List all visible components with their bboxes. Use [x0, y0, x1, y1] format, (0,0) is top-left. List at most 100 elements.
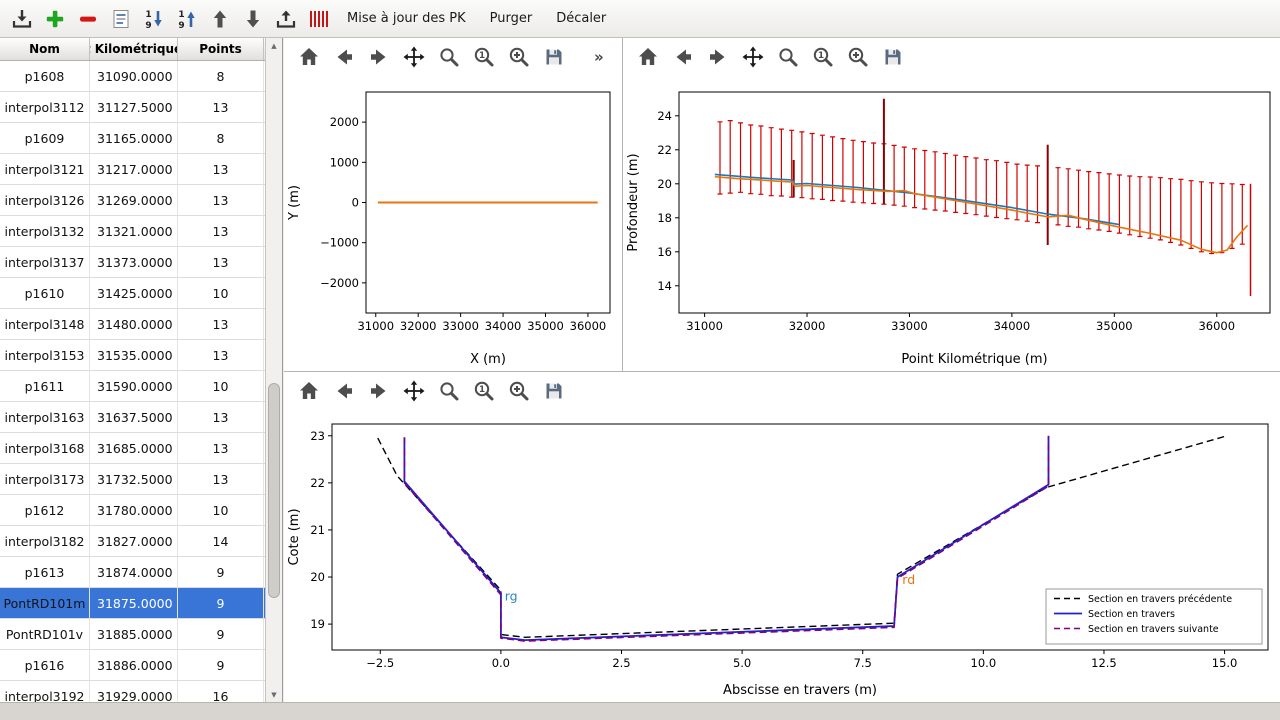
- plot-forward-button[interactable]: [366, 378, 392, 404]
- sort-ascending-button[interactable]: 19: [138, 4, 169, 34]
- plot-home-button[interactable]: [296, 44, 322, 70]
- charts-area: 1 » 310003200033000340003500036000−2000−1…: [284, 38, 1280, 702]
- table-row[interactable]: p161031425.000010: [0, 278, 266, 309]
- export-button[interactable]: [270, 4, 301, 34]
- plan-view-figure[interactable]: 310003200033000340003500036000−2000−1000…: [284, 76, 622, 371]
- table-vertical-scrollbar[interactable]: ▲ ▼: [265, 38, 282, 702]
- remove-button[interactable]: [72, 4, 103, 34]
- plot-back-button[interactable]: [331, 44, 357, 70]
- chart-profil: 3100032000330003400035000360001416182022…: [623, 76, 1280, 371]
- toolbar-overflow-chevron[interactable]: »: [594, 48, 604, 66]
- plot-back-button[interactable]: [670, 44, 696, 70]
- zoom-one-icon: 1: [472, 379, 496, 403]
- svg-text:Y (m): Y (m): [287, 185, 302, 221]
- cell-points: 9: [178, 619, 264, 649]
- table-row[interactable]: interpol318231827.000014: [0, 526, 266, 557]
- pan-icon: [402, 379, 426, 403]
- home-icon: [636, 45, 660, 69]
- cell-nom: interpol3126: [0, 185, 90, 215]
- plot-save-button[interactable]: [541, 44, 567, 70]
- pan-icon: [741, 45, 765, 69]
- column-header-pk[interactable]: t Kilométrique: [90, 38, 178, 60]
- svg-text:1: 1: [818, 51, 824, 61]
- plot-home-button[interactable]: [296, 378, 322, 404]
- table-row[interactable]: p161631886.00009: [0, 650, 266, 681]
- table-row[interactable]: interpol312131217.000013: [0, 154, 266, 185]
- plot-zoom-one-button[interactable]: 1: [810, 44, 836, 70]
- plot-forward-button[interactable]: [705, 44, 731, 70]
- scrollbar-thumb[interactable]: [268, 383, 280, 597]
- plot-forward-button[interactable]: [366, 44, 392, 70]
- table-row[interactable]: interpol314831480.000013: [0, 309, 266, 340]
- import-button[interactable]: [6, 4, 37, 34]
- plot-save-button[interactable]: [541, 378, 567, 404]
- move-down-button[interactable]: [237, 4, 268, 34]
- svg-text:33000: 33000: [891, 319, 928, 333]
- table-row[interactable]: interpol316331637.500013: [0, 402, 266, 433]
- table-row[interactable]: interpol317331732.500013: [0, 464, 266, 495]
- svg-text:1: 1: [479, 385, 485, 395]
- cell-nom: p1608: [0, 61, 90, 91]
- sections-table: Nom t Kilométrique Points p160831090.000…: [0, 38, 266, 702]
- table-row[interactable]: interpol313731373.000013: [0, 247, 266, 278]
- table-row[interactable]: p161331874.00009: [0, 557, 266, 588]
- table-row[interactable]: interpol316831685.000013: [0, 433, 266, 464]
- plot-zoom-plus-button[interactable]: [506, 378, 532, 404]
- plot-back-button[interactable]: [331, 378, 357, 404]
- plot-pan-button[interactable]: [740, 44, 766, 70]
- column-header-nom[interactable]: Nom: [0, 38, 90, 60]
- table-row[interactable]: interpol315331535.000013: [0, 340, 266, 371]
- table-row[interactable]: interpol312631269.000013: [0, 185, 266, 216]
- plot-zoom-button[interactable]: [436, 378, 462, 404]
- table-row[interactable]: p160931165.00008: [0, 123, 266, 154]
- home-icon: [297, 45, 321, 69]
- svg-text:Section en travers précédente: Section en travers précédente: [1088, 594, 1232, 605]
- add-button[interactable]: [39, 4, 70, 34]
- cell-pk: 31269.0000: [90, 185, 178, 215]
- cell-pk: 31874.0000: [90, 557, 178, 587]
- menu-decaler[interactable]: Décaler: [545, 0, 617, 38]
- scrollbar-down-arrow-icon[interactable]: ▼: [266, 687, 282, 702]
- cell-nom: p1612: [0, 495, 90, 525]
- longitudinal-profile-figure[interactable]: 3100032000330003400035000360001416182022…: [623, 76, 1280, 371]
- table-row[interactable]: interpol319231929.000016: [0, 681, 266, 702]
- plot-pan-button[interactable]: [401, 378, 427, 404]
- table-row[interactable]: p160831090.00008: [0, 61, 266, 92]
- plot-zoom-button[interactable]: [775, 44, 801, 70]
- plot-zoom-button[interactable]: [436, 44, 462, 70]
- table-row[interactable]: PontRD101v31885.00009: [0, 619, 266, 650]
- sort-descending-button[interactable]: 19: [171, 4, 202, 34]
- plot-pan-button[interactable]: [401, 44, 427, 70]
- menu-purger[interactable]: Purger: [479, 0, 544, 38]
- move-up-button[interactable]: [204, 4, 235, 34]
- cell-pk: 31875.0000: [90, 588, 178, 618]
- plot-save-button[interactable]: [880, 44, 906, 70]
- cell-pk: 31780.0000: [90, 495, 178, 525]
- plot-zoom-plus-button[interactable]: [506, 44, 532, 70]
- edit-form-button[interactable]: [105, 4, 136, 34]
- menu-mise-a-jour-pk[interactable]: Mise à jour des PK: [336, 0, 477, 38]
- table-row[interactable]: interpol313231321.000013: [0, 216, 266, 247]
- cell-pk: 31321.0000: [90, 216, 178, 246]
- scrollbar-up-arrow-icon[interactable]: ▲: [266, 38, 282, 53]
- cell-nom: interpol3148: [0, 309, 90, 339]
- svg-text:−2000: −2000: [320, 276, 359, 290]
- table-row[interactable]: p161131590.000010: [0, 371, 266, 402]
- plot-zoom-plus-button[interactable]: [845, 44, 871, 70]
- cell-points: 13: [178, 402, 264, 432]
- cell-nom: interpol3121: [0, 154, 90, 184]
- zoom-one-icon: 1: [472, 45, 496, 69]
- sections-button[interactable]: [303, 4, 334, 34]
- table-row[interactable]: PontRD101m31875.00009: [0, 588, 266, 619]
- cell-pk: 31165.0000: [90, 123, 178, 153]
- left-panel: Nom t Kilométrique Points p160831090.000…: [0, 38, 283, 702]
- profile-plot-toolbar: 1: [623, 38, 1280, 76]
- plot-zoom-one-button[interactable]: 1: [471, 44, 497, 70]
- cell-nom: interpol3137: [0, 247, 90, 277]
- table-row[interactable]: interpol311231127.500013: [0, 92, 266, 123]
- plot-zoom-one-button[interactable]: 1: [471, 378, 497, 404]
- plot-home-button[interactable]: [635, 44, 661, 70]
- column-header-points[interactable]: Points: [178, 38, 264, 60]
- cross-section-figure[interactable]: −2.50.02.55.07.510.012.515.01920212223Ab…: [284, 410, 1280, 702]
- table-row[interactable]: p161231780.000010: [0, 495, 266, 526]
